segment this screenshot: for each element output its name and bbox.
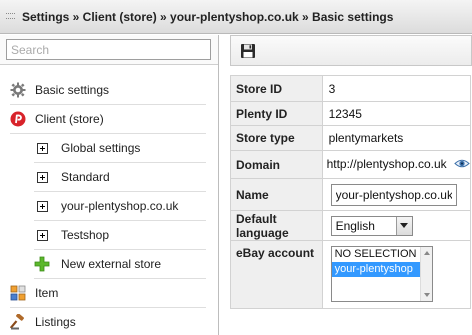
name-cell bbox=[321, 178, 472, 211]
sidebar-item-basic-settings[interactable]: Basic settings bbox=[10, 76, 206, 105]
sidebar-item-standard[interactable]: Standard bbox=[34, 163, 206, 192]
expand-plus-icon[interactable] bbox=[34, 140, 50, 156]
toolbar bbox=[230, 35, 472, 66]
sidebar-item-listings[interactable]: Listings bbox=[10, 308, 206, 335]
ebay-account-cell: NO SELECTION your-plentyshop bbox=[321, 240, 472, 309]
sidebar-item-your-plentyshop[interactable]: your-plentyshop.co.uk bbox=[34, 192, 206, 221]
sidebar: Basic settings Client (store) Global set… bbox=[0, 35, 219, 335]
table-row: Default language English bbox=[230, 210, 472, 241]
plenty-logo-icon bbox=[10, 111, 26, 127]
expand-plus-icon[interactable] bbox=[34, 169, 50, 185]
gear-icon bbox=[10, 82, 26, 98]
table-row: Store type plentymarkets bbox=[230, 125, 472, 151]
sidebar-nav: Basic settings Client (store) Global set… bbox=[0, 76, 218, 335]
ebay-account-listbox[interactable]: NO SELECTION your-plentyshop bbox=[330, 246, 433, 302]
green-plus-icon bbox=[34, 256, 50, 272]
listbox-scrollbar[interactable] bbox=[419, 247, 432, 301]
domain-value: http://plentyshop.co.uk bbox=[326, 157, 447, 172]
sidebar-item-label: Standard bbox=[61, 170, 110, 184]
plenty-id-value: 12345 bbox=[321, 101, 472, 126]
language-cell: English bbox=[321, 210, 472, 241]
sidebar-item-label: Global settings bbox=[61, 141, 141, 155]
ebay-account-label: eBay account bbox=[230, 240, 323, 309]
ebay-option-your-plentyshop[interactable]: your-plentyshop bbox=[331, 262, 421, 277]
sidebar-item-label: Basic settings bbox=[35, 83, 110, 97]
scroll-down-icon[interactable] bbox=[423, 293, 430, 297]
blocks-icon bbox=[10, 285, 26, 301]
plenty-id-label: Plenty ID bbox=[230, 101, 323, 126]
name-field[interactable] bbox=[330, 183, 457, 206]
name-label: Name bbox=[230, 178, 323, 211]
breadcrumb: Settings » Client (store) » your-plentys… bbox=[22, 9, 394, 24]
store-type-value: plentymarkets bbox=[321, 125, 472, 151]
store-type-label: Store type bbox=[230, 125, 323, 151]
sidebar-item-label: Listings bbox=[35, 315, 76, 329]
scroll-up-icon[interactable] bbox=[423, 251, 430, 255]
table-row: Store ID 3 bbox=[230, 75, 472, 102]
search-input[interactable] bbox=[6, 39, 211, 60]
sidebar-item-item[interactable]: Item bbox=[10, 279, 206, 308]
default-language-label: Default language bbox=[230, 210, 323, 241]
sidebar-item-label: your-plentyshop.co.uk bbox=[61, 199, 179, 213]
ebay-option-no-selection[interactable]: NO SELECTION bbox=[332, 247, 421, 262]
table-row: Plenty ID 12345 bbox=[230, 101, 472, 126]
eye-icon[interactable] bbox=[454, 158, 470, 172]
default-language-select[interactable]: English bbox=[330, 215, 413, 236]
store-properties-table: Store ID 3 Plenty ID 12345 Store type pl… bbox=[230, 75, 472, 309]
store-id-label: Store ID bbox=[230, 75, 323, 102]
store-id-value: 3 bbox=[321, 75, 472, 102]
sidebar-item-global-settings[interactable]: Global settings bbox=[34, 134, 206, 163]
sidebar-item-label: Testshop bbox=[61, 228, 110, 242]
expand-plus-icon[interactable] bbox=[34, 227, 50, 243]
sidebar-item-label: New external store bbox=[61, 257, 162, 271]
search-bar bbox=[0, 35, 218, 65]
default-language-value: English bbox=[335, 218, 375, 233]
drag-grip-icon bbox=[6, 11, 18, 23]
table-row: eBay account NO SELECTION your-plentysho… bbox=[230, 240, 472, 309]
table-row: Domain http://plentyshop.co.uk bbox=[230, 150, 472, 179]
sidebar-item-new-external-store[interactable]: New external store bbox=[34, 250, 206, 279]
save-button[interactable] bbox=[239, 42, 257, 60]
sidebar-item-testshop[interactable]: Testshop bbox=[34, 221, 206, 250]
main-panel: Store ID 3 Plenty ID 12345 Store type pl… bbox=[230, 35, 472, 335]
floppy-disk-icon bbox=[241, 43, 255, 58]
sidebar-item-client-store[interactable]: Client (store) bbox=[10, 105, 206, 134]
sidebar-item-label: Item bbox=[35, 286, 59, 300]
chevron-down-icon[interactable] bbox=[395, 216, 412, 235]
domain-cell: http://plentyshop.co.uk bbox=[321, 150, 472, 179]
breadcrumb-bar: Settings » Client (store) » your-plentys… bbox=[0, 0, 472, 34]
domain-label: Domain bbox=[230, 150, 323, 179]
expand-plus-icon[interactable] bbox=[34, 198, 50, 214]
sidebar-item-label: Client (store) bbox=[35, 112, 104, 126]
gavel-icon bbox=[10, 314, 26, 330]
table-row: Name bbox=[230, 178, 472, 211]
